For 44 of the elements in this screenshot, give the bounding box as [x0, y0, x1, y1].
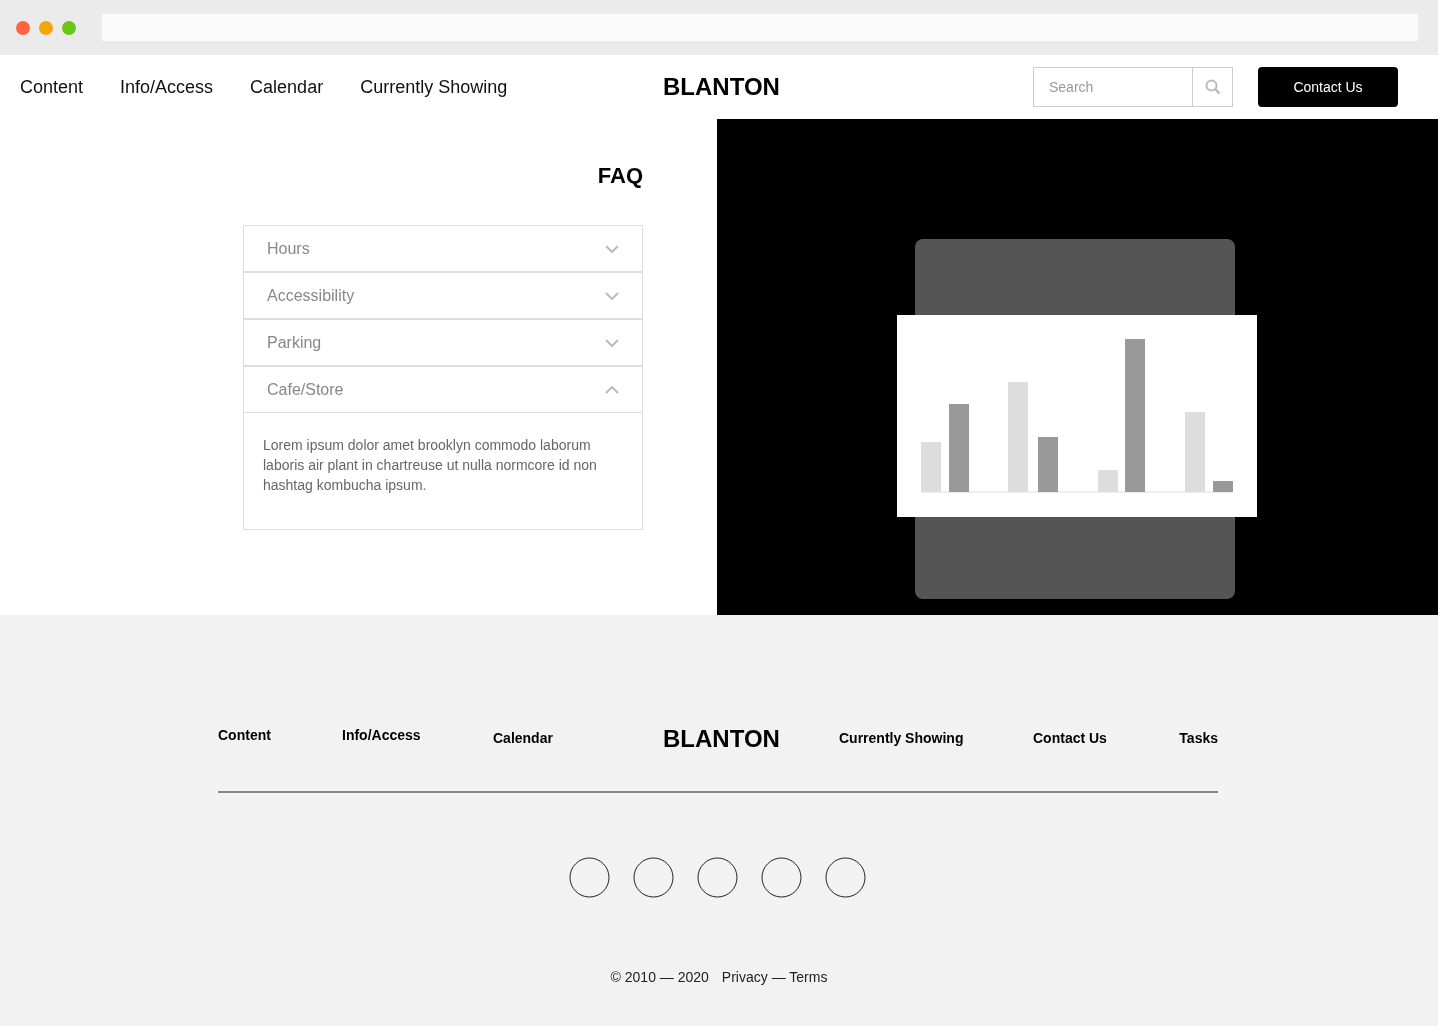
chevron-up-icon[interactable] — [605, 385, 619, 394]
contact-button[interactable]: Contact Us — [1258, 67, 1398, 107]
chart-bar — [921, 442, 941, 492]
footer-link[interactable]: Calendar — [493, 730, 553, 746]
nav-link[interactable]: Info/Access — [120, 76, 214, 98]
nav-link[interactable]: Calendar — [250, 76, 324, 98]
faq-heading: FAQ — [597, 163, 643, 189]
footer-link[interactable]: Contact Us — [1033, 730, 1107, 746]
social-circle-icon[interactable] — [569, 857, 610, 898]
search-icon — [1204, 79, 1221, 95]
search-field[interactable]: Search — [1033, 67, 1193, 107]
footer-link[interactable]: Tasks — [1179, 730, 1218, 746]
footer-link[interactable]: Content — [218, 727, 271, 743]
social-circle-icon[interactable] — [825, 857, 866, 898]
question-label: Hours — [267, 239, 310, 258]
nav-link[interactable]: Content — [20, 76, 84, 98]
chart-bar — [1098, 470, 1118, 492]
maximize-dot-icon[interactable] — [62, 20, 76, 35]
chevron-down-icon[interactable] — [605, 338, 619, 347]
social-circle-icon[interactable] — [761, 857, 802, 898]
footer-link[interactable]: Info/Access — [342, 727, 421, 743]
social-circle-icon[interactable] — [697, 857, 738, 898]
accordion-header[interactable]: Parking — [244, 320, 642, 365]
chevron-down-icon[interactable] — [605, 291, 619, 300]
minimize-dot-icon[interactable] — [39, 20, 53, 35]
question-label: Parking — [267, 333, 322, 352]
question-label: Cafe/Store — [267, 380, 344, 399]
chart-bar — [1213, 481, 1233, 492]
copyright-text: © 2010 — 2020 — [610, 969, 709, 985]
accordion-header[interactable]: Accessibility — [244, 273, 642, 318]
question-label: Accessibility — [267, 286, 355, 305]
chart-bar — [1038, 437, 1058, 492]
social-circle-icon[interactable] — [633, 857, 674, 898]
accordion-header[interactable]: Hours — [244, 226, 642, 271]
privacy-terms-link[interactable]: Privacy — Terms — [721, 969, 828, 985]
nav-link[interactable]: Currently Showing — [360, 76, 508, 98]
search-button[interactable] — [1193, 67, 1233, 107]
logo[interactable]: BLANTON — [663, 73, 780, 101]
chevron-down-icon[interactable] — [605, 244, 619, 253]
footer-logo[interactable]: BLANTON — [663, 725, 780, 753]
answer-text: Lorem ipsum dolor amet brooklyn commodo laborum laboris air plant in chartreuse ut nulla normcore id non hashtag kombucha ipsum. — [263, 436, 598, 495]
accordion-header[interactable]: Cafe/Store — [244, 367, 642, 412]
close-dot-icon[interactable] — [16, 20, 30, 35]
footer-link[interactable]: Currently Showing — [839, 730, 964, 746]
